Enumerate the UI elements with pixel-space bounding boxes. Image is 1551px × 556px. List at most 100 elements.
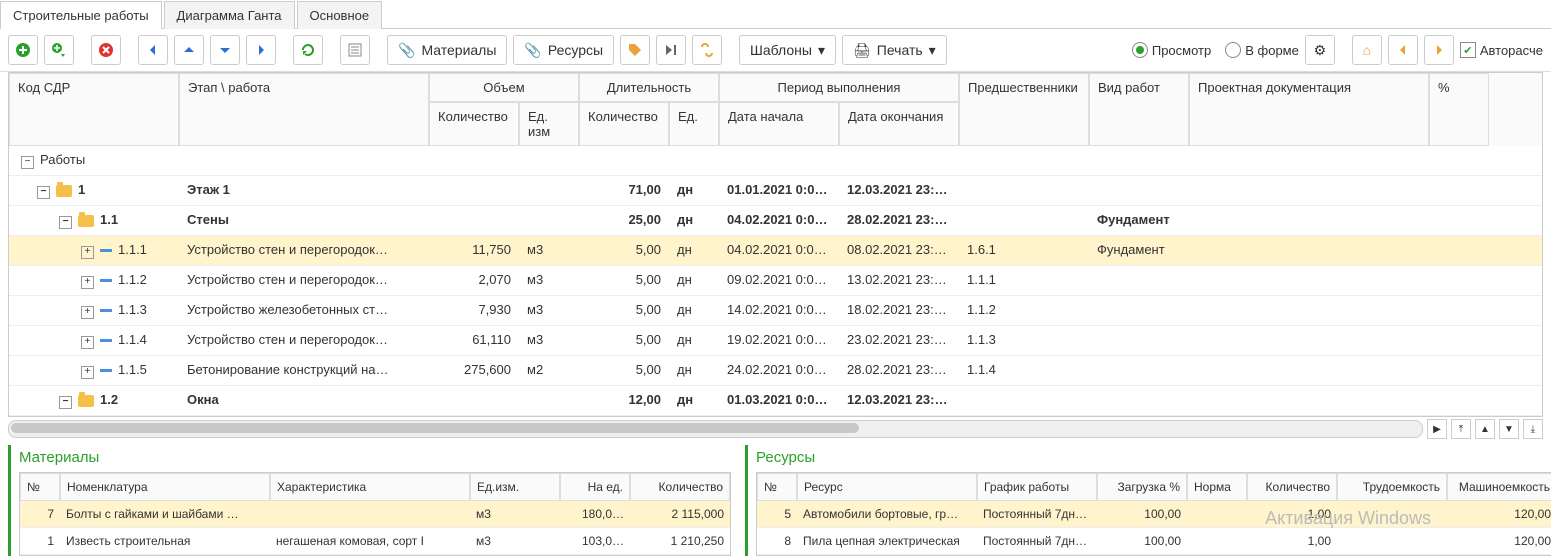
res-col-res[interactable]: Ресурс <box>797 473 977 501</box>
col-start[interactable]: Дата начала <box>719 102 839 146</box>
expand-icon[interactable]: + <box>81 306 94 319</box>
col-period[interactable]: Период выполнения <box>719 73 959 102</box>
table-row[interactable]: +1.1.5 Бетонирование конструкций на… 275… <box>9 356 1542 386</box>
row-unit: м2 <box>519 356 579 385</box>
col-stage[interactable]: Этап \ работа <box>179 73 429 146</box>
col-kind[interactable]: Вид работ <box>1089 73 1189 146</box>
row-qty: 11,750 <box>429 236 519 265</box>
expand-icon[interactable]: + <box>81 276 94 289</box>
scroll-right[interactable]: ▶ <box>1427 419 1447 439</box>
res-name: Пила цепная электрическая <box>797 528 977 555</box>
arrow-up-button[interactable] <box>174 35 204 65</box>
expand-icon[interactable]: − <box>37 186 50 199</box>
tag-button[interactable] <box>620 35 650 65</box>
table-row[interactable]: −1.2 Окна 12,00 дн 01.03.2021 0:00… 12.0… <box>9 386 1542 416</box>
res-col-load[interactable]: Загрузка % <box>1097 473 1187 501</box>
list-button[interactable] <box>340 35 370 65</box>
add-child-button[interactable] <box>44 35 74 65</box>
resource-row[interactable]: 8 Пила цепная электрическая Постоянный 7… <box>757 528 1551 555</box>
row-kind <box>1089 326 1189 355</box>
arrow-right-button[interactable] <box>246 35 276 65</box>
gear-button[interactable]: ⚙ <box>1305 35 1335 65</box>
down-level[interactable]: ▼ <box>1499 419 1519 439</box>
res-col-n[interactable]: № <box>757 473 797 501</box>
col-end[interactable]: Дата окончания <box>839 102 959 146</box>
expand-icon[interactable]: − <box>59 216 72 229</box>
grid-root-row[interactable]: −Работы <box>9 146 1542 176</box>
col-unit[interactable]: Ед. изм <box>519 102 579 146</box>
link-button[interactable] <box>692 35 722 65</box>
expand-icon[interactable]: + <box>81 246 94 259</box>
horizontal-scrollbar[interactable] <box>8 420 1423 438</box>
tab-works[interactable]: Строительные работы <box>0 1 162 29</box>
mat-col-char[interactable]: Характеристика <box>270 473 470 501</box>
skip-button[interactable] <box>656 35 686 65</box>
add-button[interactable] <box>8 35 38 65</box>
row-du: дн <box>669 296 719 325</box>
mat-col-per[interactable]: На ед. <box>560 473 630 501</box>
res-col-sched[interactable]: График работы <box>977 473 1097 501</box>
arrow-left-button[interactable] <box>138 35 168 65</box>
materials-button[interactable]: 📎Материалы <box>387 35 507 65</box>
row-start: 19.02.2021 0:00… <box>719 326 839 355</box>
up-level[interactable]: ▲ <box>1475 419 1495 439</box>
col-duration[interactable]: Длительность <box>579 73 719 102</box>
home-icon: ⌂ <box>1363 42 1371 58</box>
view-inform-radio[interactable]: В форме <box>1225 42 1299 58</box>
col-volume[interactable]: Объем <box>429 73 579 102</box>
row-unit <box>519 386 579 415</box>
print-dropdown[interactable]: 🖨Печать▾ <box>842 35 947 65</box>
col-qty2[interactable]: Количество <box>579 102 669 146</box>
table-row[interactable]: +1.1.1 Устройство стен и перегородок… 11… <box>9 236 1542 266</box>
collapse-all[interactable]: ⤒ <box>1451 419 1471 439</box>
col-proj[interactable]: Проектная документация <box>1189 73 1429 146</box>
row-qty: 275,600 <box>429 356 519 385</box>
tab-main[interactable]: Основное <box>297 1 383 29</box>
col-pred[interactable]: Предшественники <box>959 73 1089 146</box>
expand-icon[interactable]: + <box>81 366 94 379</box>
res-col-labor[interactable]: Трудоемкость <box>1337 473 1447 501</box>
resources-button[interactable]: 📎Ресурсы <box>513 35 614 65</box>
table-row[interactable]: +1.1.3 Устройство железобетонных ст… 7,9… <box>9 296 1542 326</box>
table-row[interactable]: +1.1.2 Устройство стен и перегородок… 2,… <box>9 266 1542 296</box>
col-qty[interactable]: Количество <box>429 102 519 146</box>
res-col-mach[interactable]: Машиноемкость <box>1447 473 1551 501</box>
expand-icon[interactable]: − <box>59 396 72 409</box>
mat-col-qty[interactable]: Количество <box>630 473 730 501</box>
res-col-qty[interactable]: Количество <box>1247 473 1337 501</box>
templates-dropdown[interactable]: Шаблоны▾ <box>739 35 836 65</box>
row-pred: 1.1.4 <box>959 356 1089 385</box>
row-pred <box>959 206 1089 235</box>
home-button[interactable]: ⌂ <box>1352 35 1382 65</box>
collapse-icon[interactable]: − <box>21 156 34 169</box>
res-col-norm[interactable]: Норма <box>1187 473 1247 501</box>
resource-row[interactable]: 5 Автомобили бортовые, гр… Постоянный 7д… <box>757 501 1551 528</box>
tab-gantt[interactable]: Диаграмма Ганта <box>164 1 295 29</box>
view-preview-radio[interactable]: Просмотр <box>1132 42 1211 58</box>
arrow-down-button[interactable] <box>210 35 240 65</box>
expand-icon[interactable]: + <box>81 336 94 349</box>
expand-all[interactable]: ⤓ <box>1523 419 1543 439</box>
table-row[interactable]: −1.1 Стены 25,00 дн 04.02.2021 0:00… 28.… <box>9 206 1542 236</box>
nav-left-button[interactable] <box>1388 35 1418 65</box>
autoexpand-checkbox[interactable]: Авторасче <box>1460 42 1543 58</box>
radio-icon <box>1225 42 1241 58</box>
mat-col-unit[interactable]: Ед.изм. <box>470 473 560 501</box>
row-start: 01.01.2021 0:00… <box>719 176 839 205</box>
mat-per: 103,0… <box>560 528 630 555</box>
table-row[interactable]: −1 Этаж 1 71,00 дн 01.01.2021 0:00… 12.0… <box>9 176 1542 206</box>
material-row[interactable]: 7 Болты с гайками и шайбами … м3 180,0… … <box>20 501 730 528</box>
nav-right-button[interactable] <box>1424 35 1454 65</box>
table-row[interactable]: +1.1.4 Устройство стен и перегородок… 61… <box>9 326 1542 356</box>
mat-col-nom[interactable]: Номенклатура <box>60 473 270 501</box>
materials-header: № Номенклатура Характеристика Ед.изм. На… <box>20 473 730 501</box>
delete-button[interactable] <box>91 35 121 65</box>
mat-per: 180,0… <box>560 501 630 528</box>
row-unit <box>519 176 579 205</box>
col-unit2[interactable]: Ед. <box>669 102 719 146</box>
material-row[interactable]: 1 Известь строительная негашеная комовая… <box>20 528 730 555</box>
mat-col-n[interactable]: № <box>20 473 60 501</box>
col-code[interactable]: Код СДР <box>9 73 179 146</box>
col-pct[interactable]: % <box>1429 73 1489 146</box>
refresh-button[interactable] <box>293 35 323 65</box>
